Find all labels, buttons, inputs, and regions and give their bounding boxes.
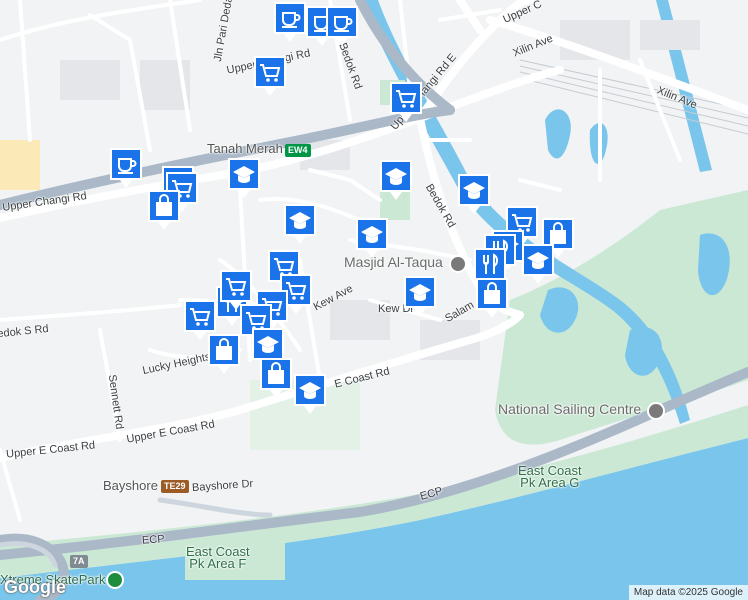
place-label-east-coast-pk-g: East Coast Pk Area G: [518, 463, 582, 490]
map-marker-school[interactable]: [402, 274, 438, 320]
map-marker-coffee[interactable]: [108, 146, 144, 192]
map-marker-school[interactable]: [292, 372, 328, 418]
road-label-ecp-left: ECP: [141, 533, 166, 547]
place-label-national-sailing-centre[interactable]: National Sailing Centre: [498, 402, 641, 416]
map-marker-bag[interactable]: [206, 332, 242, 378]
map-marker-bag[interactable]: [474, 276, 510, 322]
map-base-layer: [0, 0, 748, 600]
map-marker-school[interactable]: [282, 202, 318, 248]
map-view[interactable]: Upper Changi Rd Upper Changi Rd Upper Ch…: [0, 0, 748, 600]
park-poi-icon[interactable]: [106, 571, 124, 589]
mosque-poi-icon[interactable]: [449, 255, 467, 273]
google-logo: Google: [4, 577, 66, 597]
map-marker-coffee[interactable]: [272, 0, 308, 46]
map-marker-school[interactable]: [378, 158, 414, 204]
mrt-shield-te29: TE29: [161, 480, 189, 493]
map-marker-school[interactable]: [226, 156, 262, 202]
place-label-tanah-merah: Tanah Merah: [207, 141, 283, 156]
map-marker-school[interactable]: [354, 216, 390, 262]
map-marker-bag[interactable]: [258, 356, 294, 402]
place-label-bayshore: Bayshore: [103, 478, 158, 493]
map-marker-school[interactable]: [456, 172, 492, 218]
mrt-shield-ew4: EW4: [285, 144, 311, 157]
map-marker-coffee[interactable]: [324, 4, 360, 50]
exit-shield-7a: 7A: [70, 555, 88, 568]
place-label-east-coast-pk-f: East Coast Pk Area F: [186, 544, 250, 571]
sailing-poi-icon[interactable]: [647, 402, 665, 420]
map-marker-cart[interactable]: [388, 80, 424, 126]
map-attribution[interactable]: Map data ©2025 Google: [628, 585, 748, 600]
map-marker-bag[interactable]: [146, 188, 182, 234]
map-marker-school[interactable]: [520, 242, 556, 288]
map-marker-cart[interactable]: [252, 54, 288, 100]
